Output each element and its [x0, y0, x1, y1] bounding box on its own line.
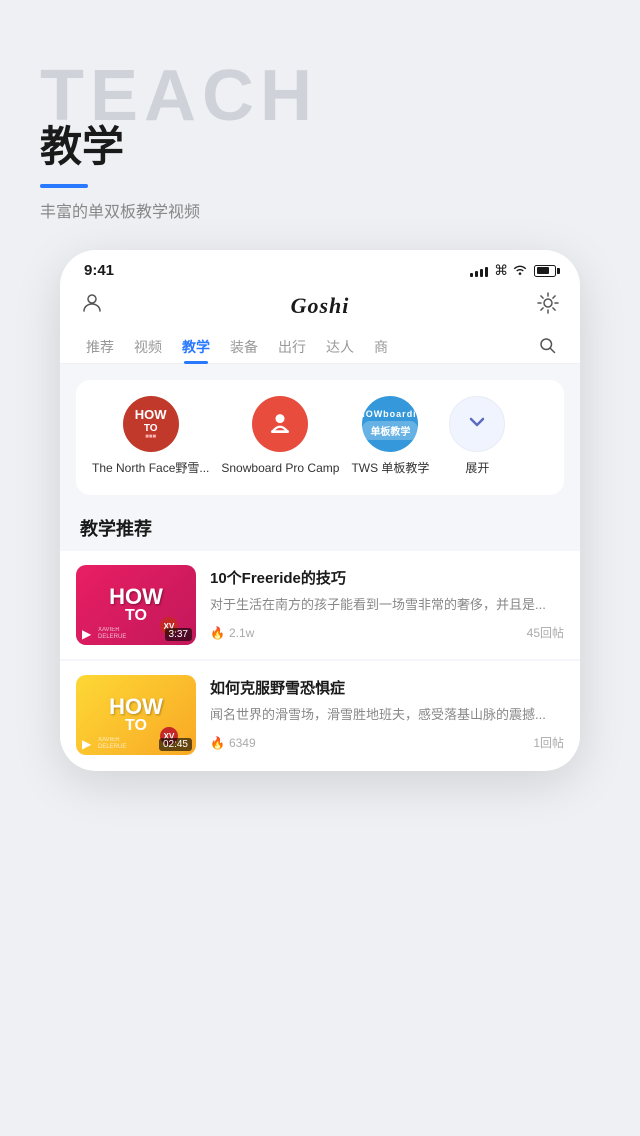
expand-icon	[449, 396, 505, 452]
tab-zhuangbei[interactable]: 装备	[220, 331, 268, 363]
tab-jiaoxue[interactable]: 教学	[172, 331, 220, 363]
category-label-expand: 展开	[465, 460, 489, 477]
tws-icon: SNOWboarding 单板教学	[362, 396, 418, 452]
status-time: 9:41	[84, 262, 114, 279]
nav-tabs: 推荐 视频 教学 装备 出行 达人 商	[60, 325, 580, 364]
video-info-1: 10个Freeride的技巧 对于生活在南方的孩子能看到一场雪非常的奢侈，并且是…	[210, 569, 564, 641]
phone-mockup: 9:41 ⌘	[60, 250, 580, 771]
tab-shang[interactable]: 商	[364, 331, 398, 363]
video-duration-2: 02:45	[159, 738, 192, 751]
video-thumb-1: HOW TO XV 3:37 ▶ XAVIERDELERUE	[76, 565, 196, 645]
video-meta-2: 🔥 6349 1回帖	[210, 734, 564, 751]
video-comments-2: 1回帖	[533, 734, 564, 751]
category-section: HOW TO ■■■ The North Face野雪...	[76, 380, 564, 495]
profile-icon[interactable]	[80, 291, 104, 321]
status-icons: ⌘	[470, 262, 556, 279]
battery-icon	[534, 265, 556, 277]
teach-heading: TEACH 教学 丰富的单双板教学视频	[40, 60, 600, 222]
app-logo: Goshi	[291, 293, 350, 319]
category-label-howto: The North Face野雪...	[92, 460, 209, 477]
category-howto[interactable]: HOW TO ■■■ The North Face野雪...	[92, 396, 209, 477]
play-icon-1: ▶	[82, 627, 91, 641]
video-views-2: 🔥 6349	[210, 736, 256, 750]
signal-icon	[470, 265, 488, 277]
background-page: TEACH 教学 丰富的单双板教学视频 9:41 ⌘	[0, 0, 640, 1136]
video-title-2: 如何克服野雪恐惧症	[210, 679, 564, 699]
video-thumb-2: HOW TO XV 02:45 ▶ XAVIERDELERUE	[76, 675, 196, 755]
video-card-1[interactable]: HOW TO XV 3:37 ▶ XAVIERDELERUE 10个Freeri…	[60, 551, 580, 659]
fire-icon-2: 🔥	[210, 736, 225, 750]
search-button[interactable]	[530, 332, 564, 363]
content-area: HOW TO ■■■ The North Face野雪...	[60, 364, 580, 769]
category-tws[interactable]: SNOWboarding 单板教学 TWS 单板教学	[351, 396, 429, 477]
video-info-2: 如何克服野雪恐惧症 闻名世界的滑雪场，滑雪胜地班夫，感受落基山脉的震撼... 🔥…	[210, 679, 564, 751]
tab-video[interactable]: 视频	[124, 331, 172, 363]
category-expand[interactable]: 展开	[441, 396, 513, 477]
category-snowboard[interactable]: Snowboard Pro Camp	[221, 396, 339, 477]
play-icon-2: ▶	[82, 737, 91, 751]
video-duration-1: 3:37	[165, 628, 192, 641]
status-bar: 9:41 ⌘	[60, 250, 580, 283]
howto-icon: HOW TO ■■■	[123, 396, 179, 452]
weather-icon[interactable]	[536, 291, 560, 321]
tab-chuxing[interactable]: 出行	[268, 331, 316, 363]
video-comments-1: 45回帖	[527, 624, 564, 641]
wifi-icon: ⌘	[494, 262, 528, 279]
video-title-1: 10个Freeride的技巧	[210, 569, 564, 589]
section-title-row: 教学推荐	[60, 495, 580, 551]
subtitle-text: 丰富的单双板教学视频	[40, 198, 600, 222]
video-meta-1: 🔥 2.1w 45回帖	[210, 624, 564, 641]
category-label-snowboard: Snowboard Pro Camp	[221, 460, 339, 477]
app-header: Goshi	[60, 283, 580, 325]
video-desc-1: 对于生活在南方的孩子能看到一场雪非常的奢侈，并且是...	[210, 595, 564, 615]
teach-en-text: TEACH	[40, 60, 600, 132]
tab-tuijian[interactable]: 推荐	[76, 331, 124, 363]
category-label-tws: TWS 单板教学	[351, 460, 429, 477]
fire-icon-1: 🔥	[210, 626, 225, 640]
video-card-2[interactable]: HOW TO XV 02:45 ▶ XAVIERDELERUE 如何克服野雪恐惧…	[60, 661, 580, 769]
tab-daren[interactable]: 达人	[316, 331, 364, 363]
blue-bar	[40, 184, 88, 188]
video-views-1: 🔥 2.1w	[210, 626, 254, 640]
snowboard-icon	[252, 396, 308, 452]
section-title: 教学推荐	[80, 515, 560, 541]
video-desc-2: 闻名世界的滑雪场，滑雪胜地班夫，感受落基山脉的震撼...	[210, 705, 564, 725]
